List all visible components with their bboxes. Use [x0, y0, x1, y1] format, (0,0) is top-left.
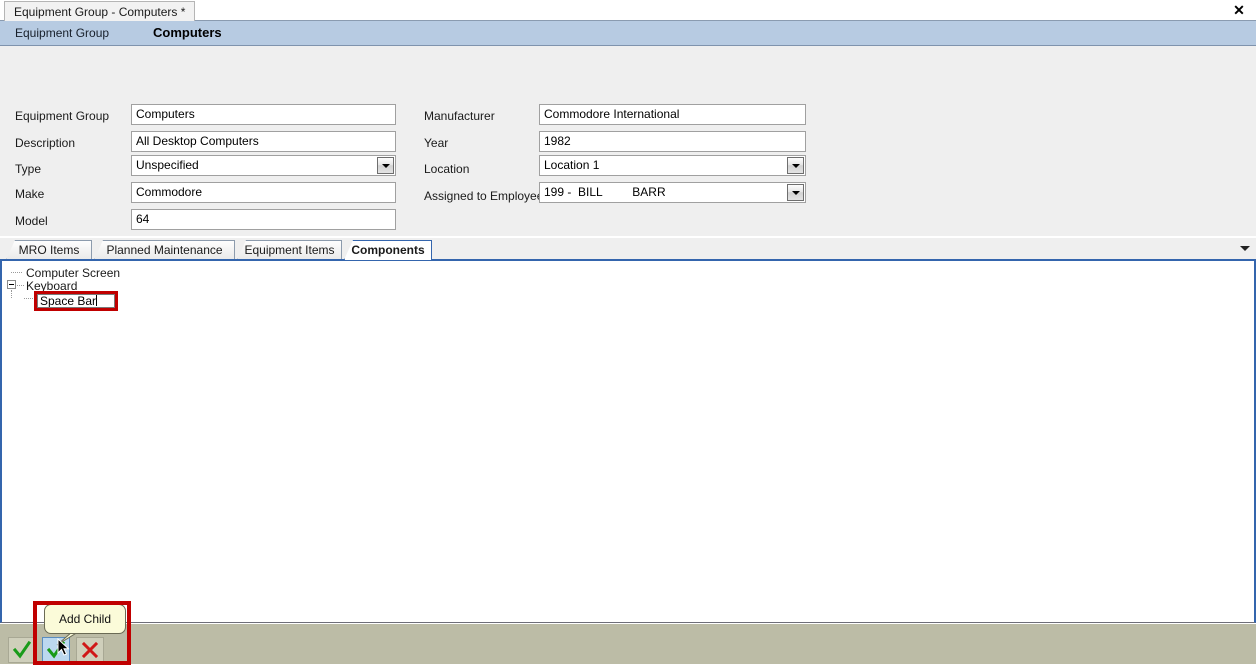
equipment-form: Equipment Group Computers Description Al…	[0, 46, 1256, 236]
label-assigned-to-employee: Assigned to Employee	[424, 189, 544, 203]
tree-connector	[11, 290, 12, 298]
chevron-down-icon[interactable]	[787, 157, 804, 174]
tree-item-name-input[interactable]: Space Bar	[37, 294, 115, 308]
collapse-icon[interactable]	[7, 280, 16, 289]
bottom-toolbar-area	[0, 624, 1256, 664]
text-caret	[96, 295, 98, 306]
label-description: Description	[15, 136, 76, 150]
input-make[interactable]: Commodore	[131, 182, 396, 203]
tooltip-tail	[56, 632, 79, 646]
record-header-band: Equipment Group Computers	[0, 21, 1256, 46]
input-description[interactable]: All Desktop Computers	[131, 131, 396, 152]
chevron-down-icon[interactable]	[787, 184, 804, 201]
combo-type-value: Unspecified	[136, 158, 199, 172]
close-icon[interactable]: ✕	[1231, 2, 1247, 19]
label-make: Make	[15, 187, 45, 201]
check-icon	[13, 640, 31, 659]
label-equipment-group: Equipment Group	[15, 109, 110, 123]
tab-components[interactable]: Components	[344, 240, 432, 260]
accept-button[interactable]	[8, 637, 36, 663]
tab-planned-maintenance[interactable]: Planned Maintenance	[94, 240, 235, 260]
label-location: Location	[424, 162, 470, 176]
tab-mro-items[interactable]: MRO Items	[6, 240, 92, 260]
input-year[interactable]: 1982	[539, 131, 806, 152]
input-manufacturer[interactable]: Commodore International	[539, 104, 806, 125]
combo-assigned-to-employee[interactable]: 199 - BILL BARR	[539, 182, 806, 203]
components-tree: Computer Screen Keyboard	[0, 261, 1256, 623]
tree-connector	[17, 285, 24, 286]
combo-location[interactable]: Location 1	[539, 155, 806, 176]
chevron-down-icon[interactable]	[377, 157, 394, 174]
page-title: Computers	[153, 25, 222, 40]
tree-item-edit-value: Space Bar	[40, 294, 97, 308]
label-type: Type	[15, 162, 42, 176]
tab-equipment-items[interactable]: Equipment Items	[237, 240, 342, 260]
tree-item-computer-screen[interactable]: Computer Screen	[26, 266, 120, 280]
combo-location-value: Location 1	[544, 158, 600, 172]
combo-assigned-to-employee-value: 199 - BILL BARR	[544, 185, 666, 199]
label-manufacturer: Manufacturer	[424, 109, 495, 123]
x-icon	[81, 641, 99, 659]
window-tab-equipment-group[interactable]: Equipment Group - Computers *	[4, 1, 196, 21]
tooltip-add-child: Add Child	[44, 604, 126, 634]
label-model: Model	[15, 214, 48, 228]
label-year: Year	[424, 136, 449, 150]
window-tabbar: Equipment Group - Computers * ✕	[0, 0, 1256, 21]
combo-type[interactable]: Unspecified	[131, 155, 396, 176]
section-tabstrip: MRO Items Planned Maintenance Equipment …	[0, 238, 1256, 260]
input-equipment-group[interactable]: Computers	[131, 104, 396, 125]
tree-connector	[11, 272, 22, 273]
input-model[interactable]: 64	[131, 209, 396, 230]
chevron-down-icon[interactable]	[1240, 246, 1250, 251]
record-type-label: Equipment Group	[15, 26, 110, 40]
